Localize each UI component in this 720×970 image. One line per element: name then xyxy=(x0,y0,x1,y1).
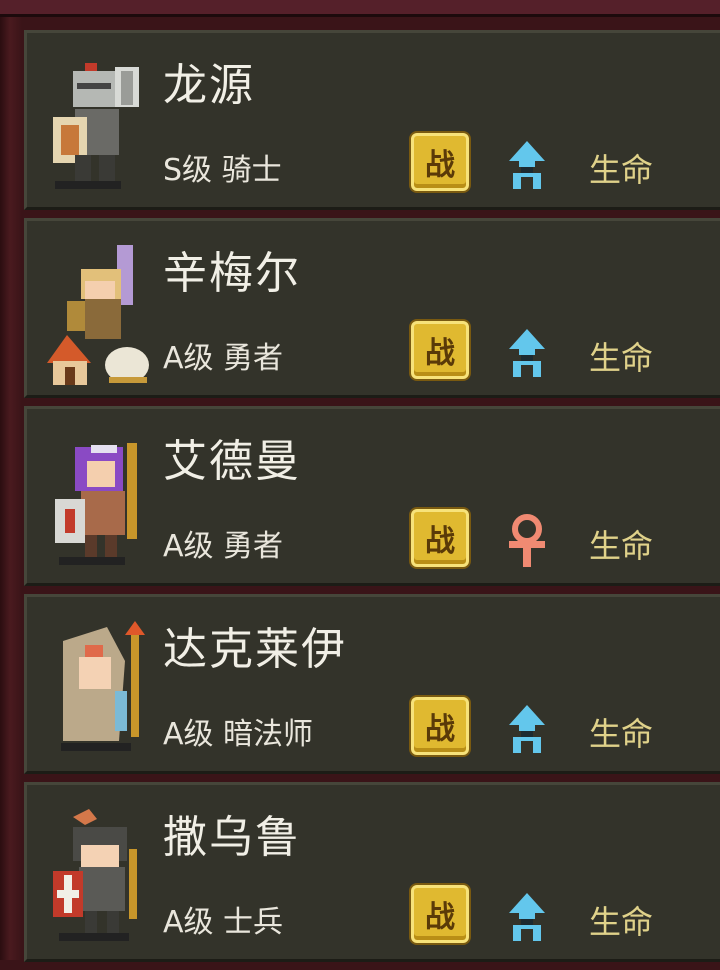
stat-label: 生命 xyxy=(589,339,654,377)
hero-rank: A级 勇者 xyxy=(163,529,284,564)
dark-mage-portrait xyxy=(61,621,145,751)
blue-arrow-icon xyxy=(509,141,545,189)
stat-label: 生命 xyxy=(589,903,654,941)
hero-name: 撒乌鲁 xyxy=(163,812,301,863)
battle-button[interactable]: 战 xyxy=(411,697,469,755)
frame-top-border xyxy=(0,0,720,17)
knight-portrait xyxy=(53,63,139,189)
hero-card[interactable]: 龙源 S级 骑士 战 生命 xyxy=(24,30,720,210)
battle-button[interactable]: 战 xyxy=(411,509,469,567)
battle-button[interactable]: 战 xyxy=(411,321,469,379)
hero-rank: A级 勇者 xyxy=(163,341,284,376)
soldier-portrait xyxy=(53,809,137,941)
hero-rank: A级 暗法师 xyxy=(163,717,314,752)
hero-card[interactable]: 达克莱伊 A级 暗法师 战 生命 xyxy=(24,594,720,774)
hero-portrait xyxy=(55,443,137,565)
battle-button[interactable]: 战 xyxy=(411,133,469,191)
red-ankh-icon xyxy=(509,514,545,567)
hero-rank: A级 士兵 xyxy=(163,905,284,940)
stat-label: 生命 xyxy=(589,151,654,189)
hero-list[interactable]: 龙源 S级 骑士 战 生命 辛梅尔 A级 勇者 战 生命 艾德曼 A级 勇者 战… xyxy=(24,30,720,970)
hero-rank: S级 骑士 xyxy=(163,153,282,188)
hero-card[interactable]: 辛梅尔 A级 勇者 战 生命 xyxy=(24,218,720,398)
blue-arrow-icon xyxy=(509,705,545,753)
stat-label: 生命 xyxy=(589,527,654,565)
hero-card[interactable]: 撒乌鲁 A级 士兵 战 生命 xyxy=(24,782,720,962)
battle-button[interactable]: 战 xyxy=(411,885,469,943)
blue-arrow-icon xyxy=(509,893,545,941)
hero-name: 辛梅尔 xyxy=(163,248,301,299)
stat-label: 生命 xyxy=(589,715,654,753)
hero-name: 达克莱伊 xyxy=(163,624,347,675)
hero-name: 龙源 xyxy=(163,60,255,111)
hero-portrait xyxy=(47,245,149,385)
hero-card[interactable]: 艾德曼 A级 勇者 战 生命 xyxy=(24,406,720,586)
hero-name: 艾德曼 xyxy=(163,436,301,487)
blue-arrow-icon xyxy=(509,329,545,377)
